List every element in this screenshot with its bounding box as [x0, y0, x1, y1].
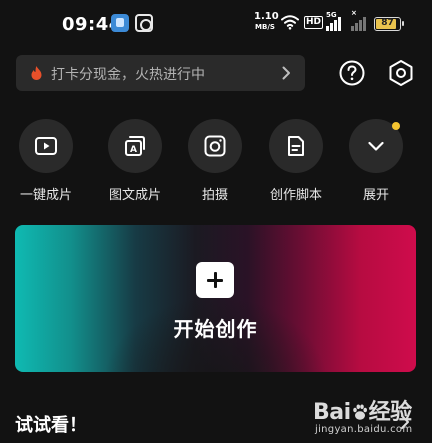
tool-circle[interactable]	[188, 119, 242, 173]
chevron-right-icon	[282, 66, 290, 80]
help-circle-icon[interactable]	[339, 60, 365, 86]
network-speed-unit: MB/S	[255, 23, 275, 31]
watermark-logo-text-2: 经验	[368, 400, 413, 425]
baidu-jingyan-watermark: Bai 经验 jingyan.baidu.com	[313, 392, 425, 440]
start-creating-label: 开始创作	[173, 317, 258, 341]
tool-label: 图文成片	[108, 188, 161, 203]
promo-search-bar[interactable]: 打卡分现金，火热进行中	[16, 55, 305, 91]
camera-icon	[204, 135, 226, 157]
hexagon-settings-icon[interactable]	[387, 59, 415, 87]
chevron-down-icon	[368, 141, 384, 151]
play-video-icon	[35, 137, 57, 155]
promo-text: 打卡分现金，火热进行中	[51, 67, 205, 83]
new-badge-dot	[392, 122, 400, 130]
watermark-site: jingyan.baidu.com	[315, 424, 413, 435]
hd-voice-badge: HD	[304, 16, 324, 29]
notification-app-icon	[111, 14, 129, 32]
tool-circle[interactable]	[19, 119, 73, 173]
status-bar: 09:44 1.10 MB/S HD 5G × 87	[0, 0, 432, 52]
network-speed: 1.10 MB/S	[254, 11, 279, 32]
watermark-logo-text: Bai	[313, 400, 351, 425]
watermark-logo: Bai 经验	[313, 394, 412, 426]
tool-circle[interactable]: A	[108, 119, 162, 173]
plus-icon	[196, 262, 234, 298]
tool-circle[interactable]	[349, 119, 403, 173]
battery-icon: 87	[374, 17, 404, 31]
tool-label: 拍摄	[201, 188, 228, 203]
tool-label: 一键成片	[19, 188, 72, 203]
section-title-try: 试试看！	[15, 415, 87, 436]
notification-app-icon-2	[135, 14, 153, 32]
start-creating-button[interactable]: 开始创作	[15, 225, 416, 372]
signal-tag-x: ×	[351, 9, 357, 17]
network-speed-value: 1.10	[254, 11, 279, 22]
cellular-signal-icon	[326, 17, 344, 31]
svg-text:A: A	[130, 145, 137, 155]
image-text-icon: A	[125, 136, 145, 156]
tool-label: 展开	[362, 188, 389, 203]
tool-label: 创作脚本	[269, 188, 322, 203]
battery-level: 87	[381, 18, 394, 28]
wifi-icon	[281, 15, 299, 30]
script-document-icon	[288, 136, 304, 156]
tool-circle[interactable]	[269, 119, 323, 173]
cellular-signal-2-icon	[351, 17, 369, 31]
baidu-paw-icon	[352, 404, 367, 420]
fire-icon	[31, 66, 42, 80]
